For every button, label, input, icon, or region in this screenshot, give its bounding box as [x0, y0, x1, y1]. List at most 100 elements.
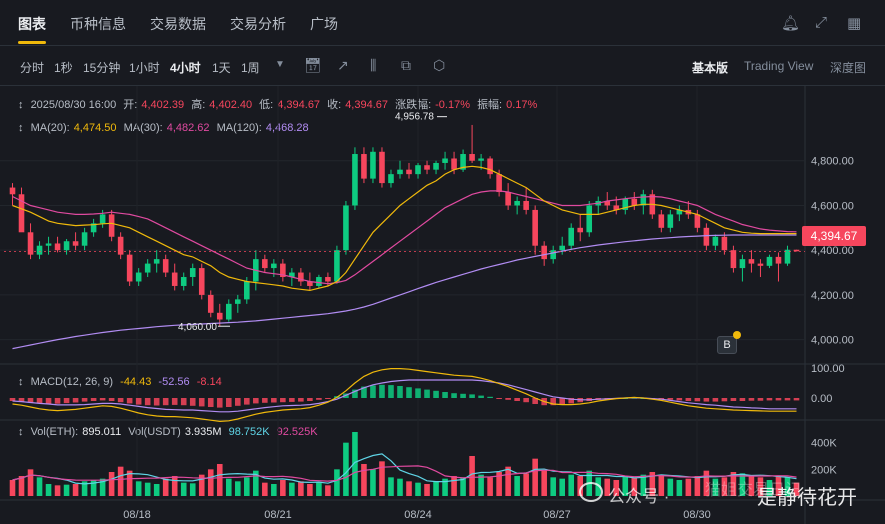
candle-type-icon[interactable]: ⫼ [370, 57, 376, 74]
volume-bar [559, 478, 565, 496]
macd-histogram-bar [748, 398, 755, 401]
volume-bar [180, 482, 187, 496]
macd-histogram-bar [90, 398, 97, 401]
volume-bar [676, 480, 683, 496]
macd-histogram-bar [63, 398, 70, 404]
candle-body [216, 312, 223, 320]
volume-bar [189, 483, 196, 496]
expand-icon[interactable]: ⤢ [815, 14, 827, 31]
price-tick-label: 4,400.00 [811, 245, 854, 257]
current-price-tag: 4,394.67 [802, 226, 866, 246]
macd-histogram-bar [117, 398, 124, 403]
volume-bar [45, 484, 52, 496]
macd-histogram-bar [307, 398, 313, 401]
volume-bar [487, 477, 493, 496]
candle-body [523, 200, 529, 210]
volume-bar [316, 482, 322, 496]
tab-chart[interactable]: 图表 [18, 14, 46, 34]
volume-bar [72, 484, 79, 496]
volume-bar [27, 469, 34, 496]
volume-bar [694, 476, 701, 496]
macd-histogram-bar [72, 398, 79, 403]
macd-histogram-bar [126, 398, 133, 404]
timeframe-15m[interactable]: 15分钟 [83, 59, 120, 76]
timeframe-time-sharing[interactable]: 分时 [20, 59, 44, 76]
timeframe-4h[interactable]: 4小时 [170, 59, 201, 76]
candle-body [180, 277, 187, 286]
candle-body [325, 277, 331, 282]
macd-histogram-bar [667, 398, 674, 400]
volume-bar [216, 464, 223, 496]
macd-dea-line [12, 379, 797, 413]
macd-panel [9, 368, 800, 423]
tab-trading-analysis[interactable]: 交易分析 [230, 14, 286, 34]
date-tick-label: 08/27 [543, 509, 571, 521]
candle-body [379, 151, 385, 184]
candle-body [739, 259, 746, 269]
view-basic[interactable]: 基本版 [692, 59, 728, 76]
volume-bar [370, 469, 376, 496]
settings-icon[interactable]: ⬡ [433, 57, 445, 74]
calendar-icon[interactable]: 📅︎ [304, 57, 322, 74]
candle-body [766, 256, 773, 266]
macd-histogram-bar [198, 398, 205, 407]
bell-icon[interactable]: 🔔︎ [781, 14, 800, 32]
candle-body [397, 169, 403, 175]
tab-coin-info[interactable]: 币种信息 [70, 14, 126, 34]
candle-body [45, 243, 52, 246]
volume-bar [280, 480, 286, 496]
macd-histogram-bar [189, 398, 196, 406]
macd-histogram-bar [225, 398, 232, 407]
macd-histogram-bar [153, 398, 160, 406]
candle-body [171, 272, 178, 286]
macd-tick-label: 0.00 [811, 393, 832, 405]
macd-histogram-bar [379, 384, 385, 398]
price-chart[interactable]: 4,800.00 4,600.00 4,400.00 4,200.00 4,000.00… [0, 86, 885, 524]
event-badge-icon[interactable]: B [717, 331, 741, 354]
price-tick-label: 4,800.00 [811, 156, 854, 168]
candle-body [388, 174, 394, 184]
candle-body [694, 214, 701, 228]
candle-body [667, 214, 674, 228]
volume-bar [271, 484, 277, 496]
macd-histogram-bar [478, 395, 484, 398]
indicator-icon[interactable]: ↗ [337, 57, 349, 74]
macd-histogram-bar [216, 398, 223, 408]
volume-bar [505, 466, 511, 496]
candle-body [469, 154, 475, 161]
candle-body [198, 268, 205, 295]
timeframe-1w[interactable]: 1周 [241, 59, 260, 76]
macd-histogram-bar [316, 398, 322, 400]
candle-body [361, 154, 367, 179]
macd-histogram-bar [730, 398, 737, 401]
volume-bar [9, 480, 16, 496]
low-annotation: 4,060.00 [178, 322, 217, 333]
timeframe-1d[interactable]: 1天 [212, 59, 231, 76]
caret-down-icon[interactable]: ▼ [275, 59, 285, 70]
candle-body [775, 256, 782, 264]
tab-square[interactable]: 广场 [310, 14, 338, 34]
macd-histogram-bar [460, 393, 466, 398]
candle-body [577, 227, 584, 233]
macd-histogram-bar [415, 388, 421, 398]
candle-body [126, 254, 133, 282]
macd-histogram-bar [171, 398, 178, 405]
candle-body [262, 259, 268, 269]
macd-histogram-bar [244, 398, 250, 405]
timeframe-1s[interactable]: 1秒 [54, 59, 73, 76]
macd-histogram-bar [234, 398, 241, 406]
chart-grid [0, 86, 885, 524]
view-depth[interactable]: 深度图 [830, 59, 866, 76]
grid-icon[interactable]: ▦ [847, 14, 861, 32]
macd-histogram-bar [442, 392, 448, 398]
macd-histogram-bar [685, 398, 692, 401]
candle-body [189, 268, 196, 278]
view-tradingview[interactable]: Trading View [744, 59, 813, 73]
volume-bar [532, 458, 538, 496]
template-icon[interactable]: ⧉ [401, 57, 411, 74]
chart-toolbar: 分时 1秒 15分钟 1小时 4小时 1天 1周 ▼ 📅︎ ↗ ⫼ ⧉ ⬡ 基本… [0, 46, 885, 86]
timeframe-1h[interactable]: 1小时 [129, 59, 160, 76]
tab-trading-data[interactable]: 交易数据 [150, 14, 206, 34]
volume-bar [234, 481, 241, 496]
macd-histogram-bar [370, 385, 376, 398]
